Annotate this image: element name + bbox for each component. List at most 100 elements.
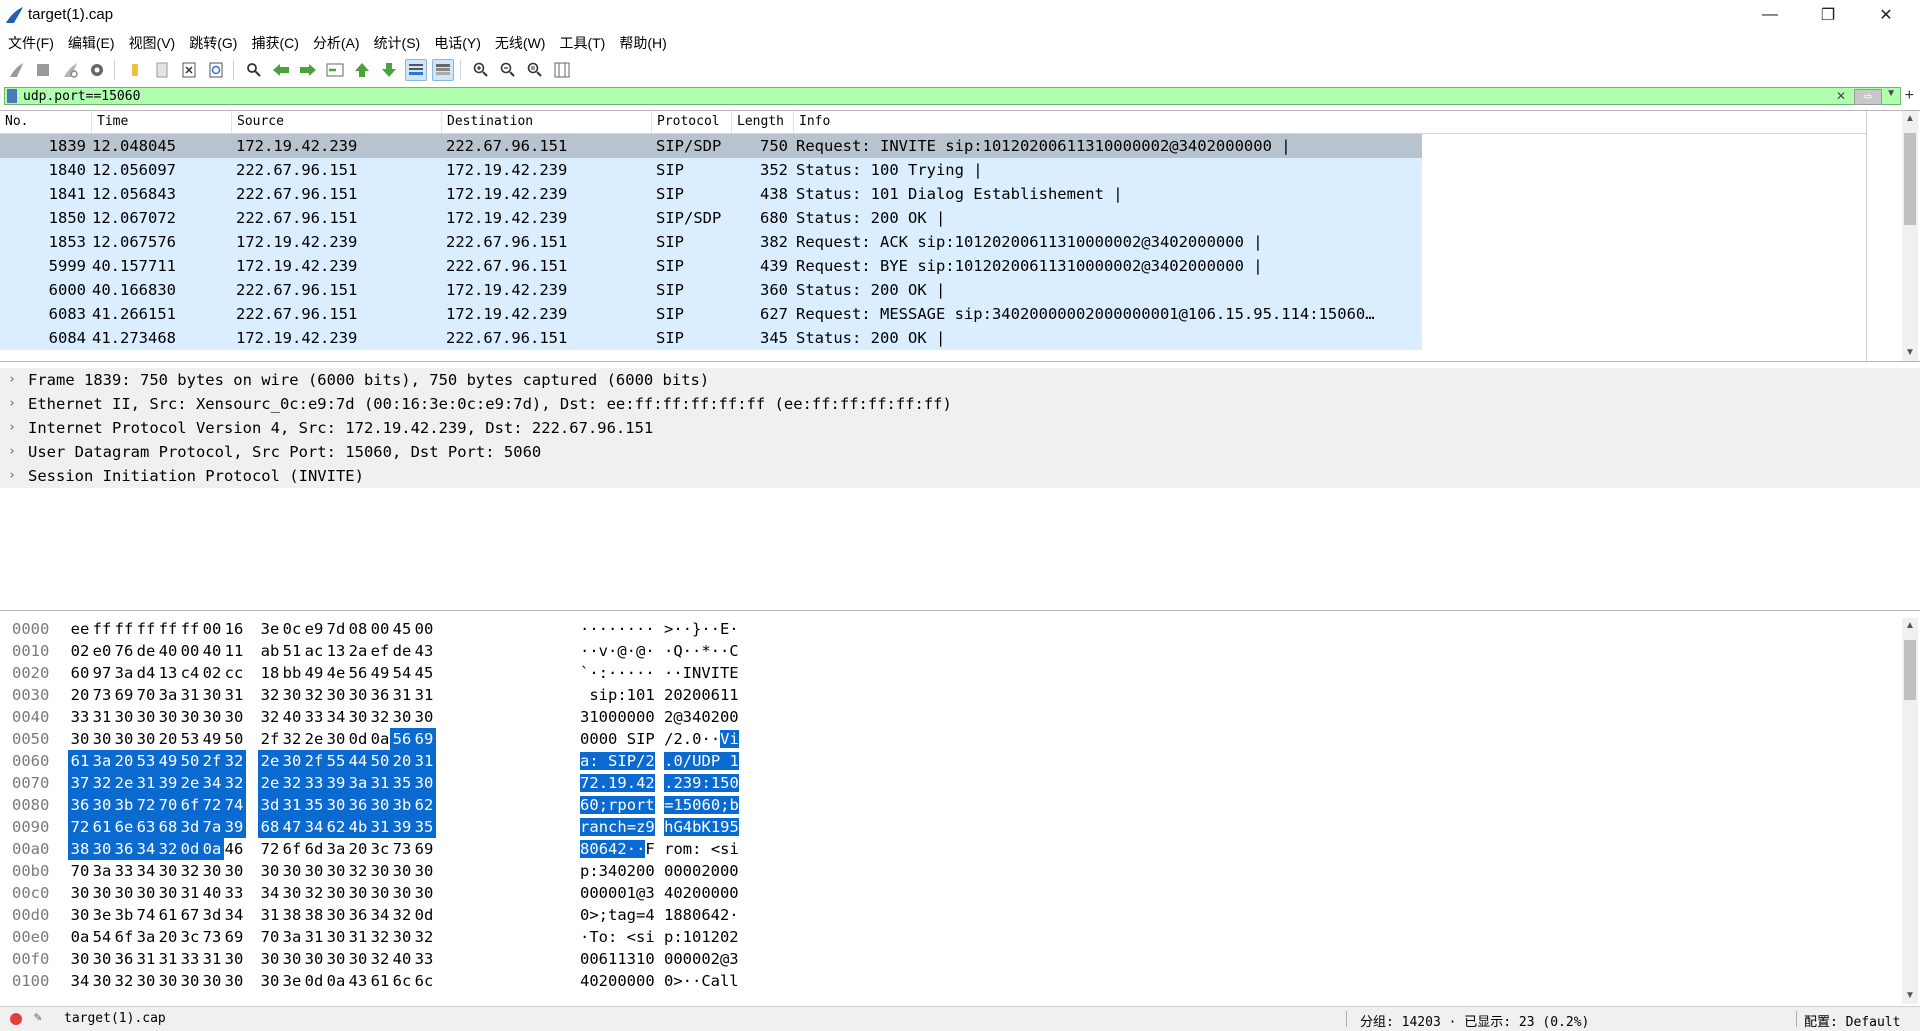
- menu-capture[interactable]: 捕获(C): [244, 32, 305, 54]
- hex-byte[interactable]: 30: [280, 882, 304, 904]
- hex-byte[interactable]: 32: [178, 860, 202, 882]
- hex-byte[interactable]: 30: [324, 948, 348, 970]
- hex-byte[interactable]: 30: [90, 838, 114, 860]
- hex-byte[interactable]: 72: [134, 794, 158, 816]
- hex-byte[interactable]: ff: [156, 618, 180, 640]
- forward-arrow-icon[interactable]: [297, 59, 319, 81]
- column-header-no[interactable]: No.: [0, 111, 92, 133]
- hex-byte[interactable]: 31: [200, 948, 224, 970]
- hex-byte[interactable]: 63: [134, 816, 158, 838]
- hex-byte[interactable]: 31: [178, 684, 202, 706]
- hex-byte[interactable]: 38: [302, 904, 326, 926]
- hex-byte[interactable]: 39: [324, 772, 348, 794]
- menu-view[interactable]: 视图(V): [122, 32, 183, 54]
- hex-byte[interactable]: 30: [324, 882, 348, 904]
- hex-byte[interactable]: ff: [112, 618, 136, 640]
- hex-byte[interactable]: 3d: [258, 794, 282, 816]
- edit-comment-pencil-icon[interactable]: ✎: [34, 1010, 42, 1025]
- hex-byte[interactable]: 3a: [280, 926, 304, 948]
- hex-byte[interactable]: 0c: [280, 618, 304, 640]
- hex-byte[interactable]: 68: [258, 816, 282, 838]
- hex-byte[interactable]: 16: [222, 618, 246, 640]
- hex-byte[interactable]: 54: [390, 662, 414, 684]
- hex-byte[interactable]: 30: [178, 970, 202, 992]
- hex-byte[interactable]: 20: [346, 838, 370, 860]
- hex-byte[interactable]: 70: [134, 684, 158, 706]
- hex-byte[interactable]: 30: [134, 970, 158, 992]
- hex-byte[interactable]: 39: [390, 816, 414, 838]
- hex-byte[interactable]: 30: [134, 882, 158, 904]
- hex-byte[interactable]: 49: [156, 750, 180, 772]
- bytes-scrollbar[interactable]: ▲ ▼: [1902, 618, 1918, 1004]
- hex-byte[interactable]: 00: [412, 618, 436, 640]
- hex-byte[interactable]: 3d: [200, 904, 224, 926]
- hex-byte[interactable]: 20: [156, 728, 180, 750]
- ascii-dump[interactable]: sip:101 20200611: [580, 684, 738, 706]
- hex-byte[interactable]: 69: [412, 728, 436, 750]
- hex-byte[interactable]: 36: [68, 794, 92, 816]
- colorize-icon[interactable]: [432, 59, 454, 81]
- hex-byte[interactable]: 3b: [112, 794, 136, 816]
- hex-byte[interactable]: 4b: [346, 816, 370, 838]
- expand-chevron-icon[interactable]: ›: [8, 392, 16, 416]
- add-filter-button-icon[interactable]: +: [1905, 87, 1914, 105]
- expand-chevron-icon[interactable]: ›: [8, 368, 16, 392]
- hex-byte[interactable]: 30: [412, 860, 436, 882]
- filter-dropdown-icon[interactable]: ▼: [1886, 88, 1896, 99]
- hex-byte[interactable]: 30: [68, 904, 92, 926]
- filter-bookmark-icon[interactable]: [7, 89, 17, 103]
- shark-fin-start-icon[interactable]: [5, 59, 27, 81]
- hex-byte[interactable]: 30: [368, 860, 392, 882]
- ascii-dump[interactable]: 00611310 000002@3: [580, 948, 739, 970]
- hex-byte[interactable]: 97: [90, 662, 114, 684]
- hex-byte[interactable]: 3d: [178, 816, 202, 838]
- hex-byte[interactable]: 30: [390, 860, 414, 882]
- hex-byte[interactable]: 3a: [90, 750, 114, 772]
- zoom-out-icon[interactable]: [497, 59, 519, 81]
- clear-filter-icon[interactable]: ✕: [1836, 89, 1846, 103]
- hex-byte[interactable]: 33: [302, 706, 326, 728]
- hex-byte[interactable]: 34: [200, 772, 224, 794]
- packet-row[interactable]: 1841 12.056843 222.67.96.151 172.19.42.239 S…: [0, 182, 1422, 206]
- hex-byte[interactable]: 30: [302, 860, 326, 882]
- autoscroll-icon[interactable]: [405, 59, 427, 81]
- capture-options-gear-icon[interactable]: [86, 59, 108, 81]
- hex-byte[interactable]: 30: [112, 728, 136, 750]
- hex-byte[interactable]: 36: [346, 794, 370, 816]
- hex-byte[interactable]: de: [390, 640, 414, 662]
- hex-byte[interactable]: 20: [112, 750, 136, 772]
- hex-byte[interactable]: 72: [200, 794, 224, 816]
- hex-byte[interactable]: 11: [222, 640, 246, 662]
- hex-byte[interactable]: 3b: [112, 904, 136, 926]
- hex-byte[interactable]: 62: [412, 794, 436, 816]
- hex-byte[interactable]: 38: [280, 904, 304, 926]
- packet-row[interactable]: 6084 41.273468 172.19.42.239 222.67.96.151 S…: [0, 326, 1422, 350]
- hex-byte[interactable]: 69: [112, 684, 136, 706]
- hex-byte[interactable]: 74: [222, 794, 246, 816]
- hex-byte[interactable]: 70: [68, 860, 92, 882]
- hex-byte[interactable]: 6f: [280, 838, 304, 860]
- menu-edit[interactable]: 编辑(E): [61, 32, 122, 54]
- hex-byte[interactable]: 2e: [258, 772, 282, 794]
- hex-byte[interactable]: 72: [68, 816, 92, 838]
- hex-byte[interactable]: 3e: [90, 904, 114, 926]
- hex-byte[interactable]: 2e: [258, 750, 282, 772]
- hex-byte[interactable]: 31: [222, 684, 246, 706]
- ascii-dump[interactable]: 72.19.42 .239:150: [580, 772, 739, 794]
- hex-byte[interactable]: 20: [156, 926, 180, 948]
- hex-byte[interactable]: 36: [112, 838, 136, 860]
- menu-wireless[interactable]: 无线(W): [488, 32, 553, 54]
- hex-byte[interactable]: 0a: [68, 926, 92, 948]
- hex-byte[interactable]: 00: [178, 640, 202, 662]
- hex-byte[interactable]: 30: [412, 882, 436, 904]
- hex-byte[interactable]: 30: [324, 684, 348, 706]
- hex-byte[interactable]: 34: [68, 970, 92, 992]
- detail-row-udp[interactable]: › User Datagram Protocol, Src Port: 15060…: [0, 440, 1920, 464]
- hex-byte[interactable]: 2e: [178, 772, 202, 794]
- hex-byte[interactable]: 34: [134, 838, 158, 860]
- hex-byte[interactable]: 30: [390, 926, 414, 948]
- hex-byte[interactable]: 31: [302, 926, 326, 948]
- hex-byte[interactable]: 39: [222, 816, 246, 838]
- hex-byte[interactable]: 76: [112, 640, 136, 662]
- hex-byte[interactable]: 30: [280, 860, 304, 882]
